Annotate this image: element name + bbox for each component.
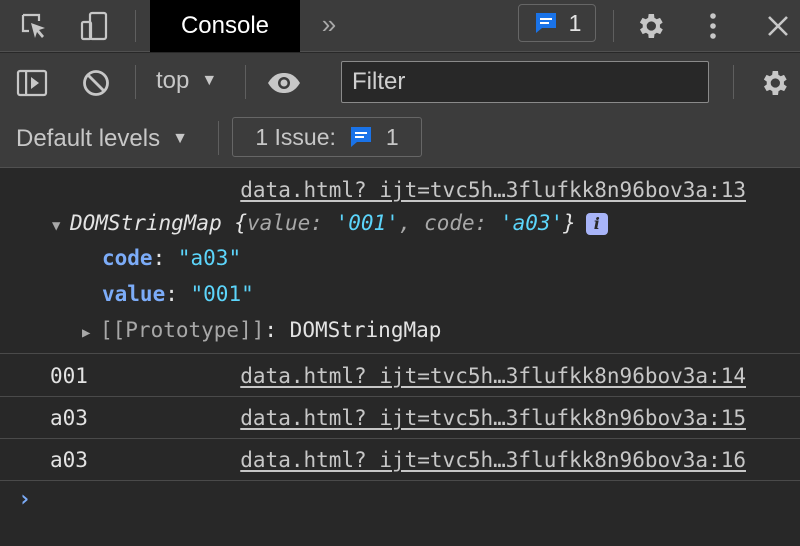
console-message: data.html?_ijt=tvc5h…3flufkk8n96bov3a:13… [0, 169, 800, 354]
object-preview[interactable]: ▼ DOMStringMap {value: '001', code: 'a03'… [52, 211, 608, 235]
divider [733, 65, 734, 99]
console-message: 001 data.html?_ijt=tvc5h…3flufkk8n96bov3… [0, 355, 800, 397]
divider [245, 65, 246, 99]
object-property: code: "a03" [102, 246, 242, 270]
source-link[interactable]: data.html?_ijt=tvc5h…3flufkk8n96bov3a:13 [240, 178, 746, 202]
expand-triangle-icon[interactable]: ▼ [52, 218, 70, 234]
close-icon[interactable] [760, 8, 796, 44]
console-output: data.html?_ijt=tvc5h…3flufkk8n96bov3a:13… [0, 169, 800, 546]
console-settings-gear-icon[interactable] [756, 65, 792, 101]
console-message: a03 data.html?_ijt=tvc5h…3flufkk8n96bov3… [0, 397, 800, 439]
inspect-element-icon[interactable] [16, 8, 52, 44]
issue-count: 1 [385, 123, 399, 150]
levels-label: Default levels [16, 125, 161, 152]
issues-counter-button[interactable]: 1 [518, 4, 596, 42]
console-prompt[interactable]: › [18, 487, 31, 512]
caret-down-icon: ▼ [172, 130, 188, 147]
devtools-tabbar: Console » 1 [0, 0, 800, 52]
source-link[interactable]: data.html?_ijt=tvc5h…3flufkk8n96bov3a:16 [240, 448, 746, 472]
device-toolbar-icon[interactable] [76, 8, 112, 44]
info-icon[interactable]: i [585, 213, 608, 235]
console-toolbar: top ▼ Default levels ▼ 1 Issue: 1 [0, 53, 800, 168]
divider [613, 10, 614, 42]
expand-triangle-right-icon[interactable]: ▶ [82, 325, 100, 341]
issue-counter-button[interactable]: 1 Issue: 1 [232, 117, 422, 157]
more-tabs-button[interactable]: » [314, 6, 344, 42]
issue-label: 1 Issue: [255, 123, 336, 150]
context-label: top [156, 67, 190, 94]
context-selector[interactable]: top ▼ [156, 67, 217, 95]
log-text: 001 [50, 364, 88, 388]
log-text: a03 [50, 448, 88, 472]
divider [218, 121, 219, 155]
tab-console[interactable]: Console [150, 0, 300, 52]
clear-console-icon[interactable] [78, 65, 114, 101]
message-icon [350, 127, 371, 147]
issues-count: 1 [568, 9, 582, 36]
prototype-row[interactable]: ▶ [[Prototype]]: DOMStringMap [82, 318, 441, 342]
console-message: a03 data.html?_ijt=tvc5h…3flufkk8n96bov3… [0, 439, 800, 481]
object-property: value: "001" [102, 282, 254, 306]
settings-gear-icon[interactable] [632, 8, 668, 44]
filter-input[interactable] [341, 61, 709, 103]
source-link[interactable]: data.html?_ijt=tvc5h…3flufkk8n96bov3a:14 [240, 364, 746, 388]
divider [135, 65, 136, 99]
divider [135, 10, 136, 42]
caret-down-icon: ▼ [201, 72, 218, 89]
more-options-icon[interactable] [695, 8, 731, 44]
message-icon [535, 13, 556, 33]
log-text: a03 [50, 406, 88, 430]
source-link[interactable]: data.html?_ijt=tvc5h…3flufkk8n96bov3a:15 [240, 406, 746, 430]
live-expression-eye-icon[interactable] [266, 65, 302, 101]
sidebar-toggle-icon[interactable] [14, 65, 50, 101]
log-levels-dropdown[interactable]: Default levels ▼ [16, 125, 188, 153]
